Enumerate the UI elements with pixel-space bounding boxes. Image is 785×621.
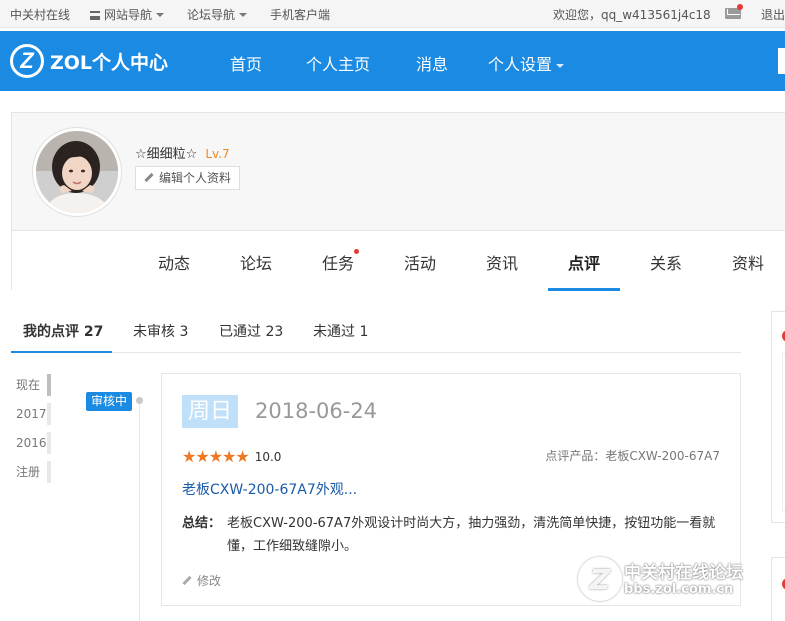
notification-dot [737, 4, 743, 10]
watermark: Z 中关村在线论坛 bbs.zol.com.cn [578, 556, 778, 604]
rating-score: 10.0 [254, 450, 282, 464]
active-tab-indicator [548, 288, 620, 291]
forum-nav-menu[interactable]: 论坛导航 [187, 6, 248, 23]
site-home-link[interactable]: 中关村在线 [10, 6, 70, 23]
rating-row: ★★★★★ 10.0 [182, 447, 281, 466]
nav-settings[interactable]: 个人设置 [488, 51, 565, 75]
site-nav-menu[interactable]: 网站导航 [90, 6, 165, 23]
chevron-down-icon [156, 13, 165, 17]
tab-dynamic[interactable]: 动态 [158, 250, 190, 274]
profile-tabs: 动态 论坛 任务 活动 资讯 点评 关系 资料 [12, 231, 785, 291]
tab-label: 我的点评 [23, 324, 79, 340]
tab-news[interactable]: 资讯 [486, 250, 518, 274]
top-utility-bar: 中关村在线 网站导航 论坛导航 手机客户端 欢迎您，qq_w413561j4c1… [0, 0, 785, 28]
menu-icon [90, 11, 100, 20]
watermark-url: bbs.zol.com.cn [624, 582, 734, 597]
timeline-dot [136, 397, 143, 404]
welcome-text[interactable]: 欢迎您，qq_w413561j4c18 [553, 6, 711, 23]
tab-approved[interactable]: 已通过 23 [219, 321, 283, 341]
logo-text: ZOL个人中心 [50, 51, 169, 74]
timeline-marker [47, 403, 51, 425]
watermark-logo-icon: Z [578, 557, 622, 601]
logout-link[interactable]: 退出 [761, 6, 785, 23]
site-nav-label: 网站导航 [104, 8, 153, 22]
tab-label: 未通过 [313, 324, 355, 340]
header-search-box[interactable] [778, 48, 785, 74]
username: ☆细细粒☆ [135, 147, 198, 162]
level-badge[interactable]: Lv.7 [205, 147, 229, 161]
active-review-tab-indicator [11, 351, 112, 353]
tab-count: 27 [83, 324, 104, 340]
tab-rejected[interactable]: 未通过 1 [313, 321, 368, 341]
timeline-register[interactable]: 注册 [11, 461, 49, 483]
mobile-client-link[interactable]: 手机客户端 [270, 6, 330, 23]
chevron-down-icon [239, 13, 248, 17]
tab-forum[interactable]: 论坛 [240, 250, 272, 274]
timeline-marker [47, 432, 51, 454]
tab-count: 23 [265, 324, 284, 340]
review-summary: 总结： 老板CXW-200-67A7外观设计时尚大方，抽力强劲，清洗简单快捷，按… [182, 512, 727, 558]
reviewed-product[interactable]: 点评产品：老板CXW-200-67A7 [545, 447, 720, 464]
status-badge: 审核中 [86, 392, 133, 411]
chevron-down-icon [556, 64, 565, 68]
tab-label: 已通过 [219, 324, 261, 340]
avatar[interactable] [33, 128, 121, 216]
pencil-icon [182, 575, 192, 586]
zol-logo[interactable]: Z ZOL个人中心 [10, 44, 168, 78]
timeline-line [139, 400, 140, 621]
review-title-link[interactable]: 老板CXW-200-67A7外观... [182, 479, 357, 499]
profile-header: ☆细细粒☆ Lv.7 编辑个人资料 [12, 113, 785, 231]
timeline-2017[interactable]: 2017 [11, 403, 49, 425]
right-sidebar-panel [771, 311, 785, 523]
username-row: ☆细细粒☆ Lv.7 [135, 143, 230, 162]
tab-relations[interactable]: 关系 [650, 250, 682, 274]
watermark-title: 中关村在线论坛 [624, 563, 743, 583]
edit-label: 修改 [197, 574, 222, 588]
star-rating-icons: ★★★★★ [182, 447, 250, 466]
profile-card: ☆细细粒☆ Lv.7 编辑个人资料 动态 论坛 任务 活动 资讯 点评 关系 资料 [11, 112, 785, 291]
review-weekday: 周日 [182, 395, 239, 428]
forum-nav-label: 论坛导航 [187, 8, 236, 22]
logo-icon: Z [10, 44, 44, 78]
review-date: 2018-06-24 [255, 399, 378, 423]
nav-home[interactable]: 首页 [230, 51, 262, 75]
tab-profile-info[interactable]: 资料 [732, 250, 764, 274]
tasks-notification-dot [354, 249, 359, 254]
timeline-marker [47, 461, 51, 483]
edit-profile-label: 编辑个人资料 [159, 171, 232, 185]
summary-label: 总结： [182, 516, 222, 531]
main-header: Z ZOL个人中心 首页 个人主页 消息 个人设置 [0, 31, 785, 91]
pencil-icon [144, 172, 154, 183]
nav-personal-page[interactable]: 个人主页 [306, 51, 370, 75]
tab-reviews[interactable]: 点评 [568, 250, 600, 274]
timeline-2016[interactable]: 2016 [11, 432, 49, 454]
nav-messages[interactable]: 消息 [416, 51, 448, 75]
timeline-now[interactable]: 现在 [11, 374, 49, 396]
edit-profile-button[interactable]: 编辑个人资料 [135, 166, 241, 190]
avatar-image [36, 131, 118, 213]
summary-text: 老板CXW-200-67A7外观设计时尚大方，抽力强劲，清洗简单快捷，按钮功能一… [227, 516, 716, 554]
tab-label: 未审核 [133, 324, 175, 340]
timeline-marker [47, 374, 51, 396]
review-filter-tabs: 我的点评 27 未审核 3 已通过 23 未通过 1 [11, 305, 741, 353]
tab-my-reviews[interactable]: 我的点评 27 [23, 321, 103, 341]
tab-count: 3 [179, 324, 189, 340]
mail-icon[interactable] [725, 4, 743, 19]
tab-activities[interactable]: 活动 [404, 250, 436, 274]
nav-settings-label: 个人设置 [488, 55, 553, 74]
tab-pending[interactable]: 未审核 3 [133, 321, 188, 341]
edit-review-link[interactable]: 修改 [182, 572, 221, 589]
tab-count: 1 [359, 324, 369, 340]
tab-tasks[interactable]: 任务 [322, 250, 354, 274]
